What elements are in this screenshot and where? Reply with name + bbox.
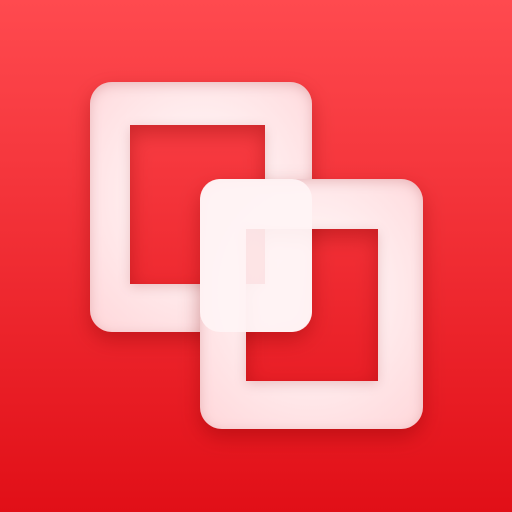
overlapping-squares-icon bbox=[0, 0, 512, 512]
app-icon bbox=[0, 0, 512, 512]
overlap-block bbox=[200, 179, 312, 332]
